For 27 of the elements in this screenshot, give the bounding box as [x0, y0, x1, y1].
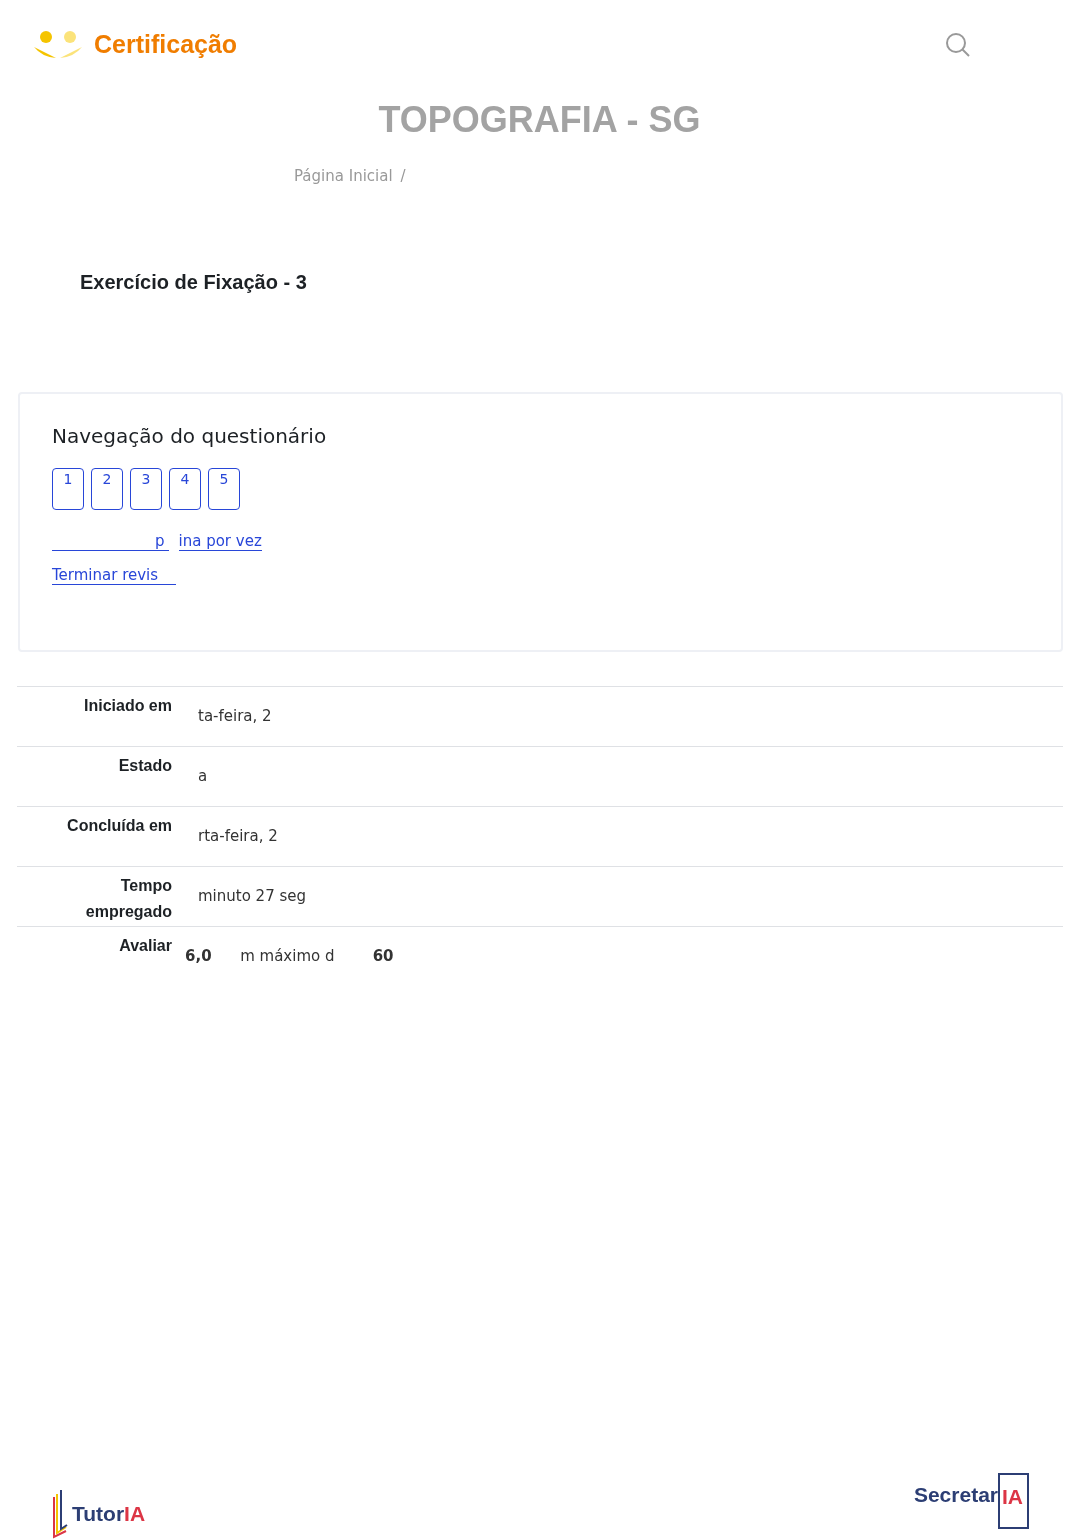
- summary-value: 6,0 m máximo d 60: [185, 947, 394, 965]
- nav-link[interactable]: p: [52, 532, 169, 551]
- summary-value: rta-feira, 2: [198, 827, 278, 845]
- summary-value: a: [198, 767, 208, 785]
- finish-review-link[interactable]: Terminar revis: [52, 566, 177, 585]
- summary-label: Iniciado em: [82, 696, 172, 716]
- summary-label: Concluída em: [66, 816, 172, 836]
- question-button[interactable]: 2: [91, 468, 123, 510]
- activity-title: Exercício de Fixação - 3: [80, 271, 308, 294]
- tutor-logo: TutorIA: [52, 1489, 146, 1539]
- nav-link[interactable]: ina por vez: [178, 532, 262, 551]
- breadcrumb-separator: /: [400, 167, 406, 185]
- search-icon[interactable]: [945, 31, 971, 58]
- panel-title: Navegação do questionário: [52, 424, 328, 448]
- question-button[interactable]: 4: [169, 468, 201, 510]
- page-title: TOPOGRAFIA - SG: [377, 99, 702, 141]
- summary-label: Estado: [117, 756, 172, 776]
- question-button[interactable]: 1: [52, 468, 84, 510]
- summary-value: ta-feira, 2: [198, 707, 272, 725]
- book-icon: [52, 1489, 68, 1539]
- summary-label: Avaliar: [118, 936, 172, 956]
- summary-value: minuto 27 seg: [198, 887, 307, 905]
- people-logo-icon: [34, 30, 84, 59]
- secretaria-logo: Secretar IA: [913, 1473, 1029, 1539]
- question-button[interactable]: 3: [130, 468, 162, 510]
- summary-label: Tempo empregado: [84, 876, 172, 922]
- question-button[interactable]: 5: [208, 468, 240, 510]
